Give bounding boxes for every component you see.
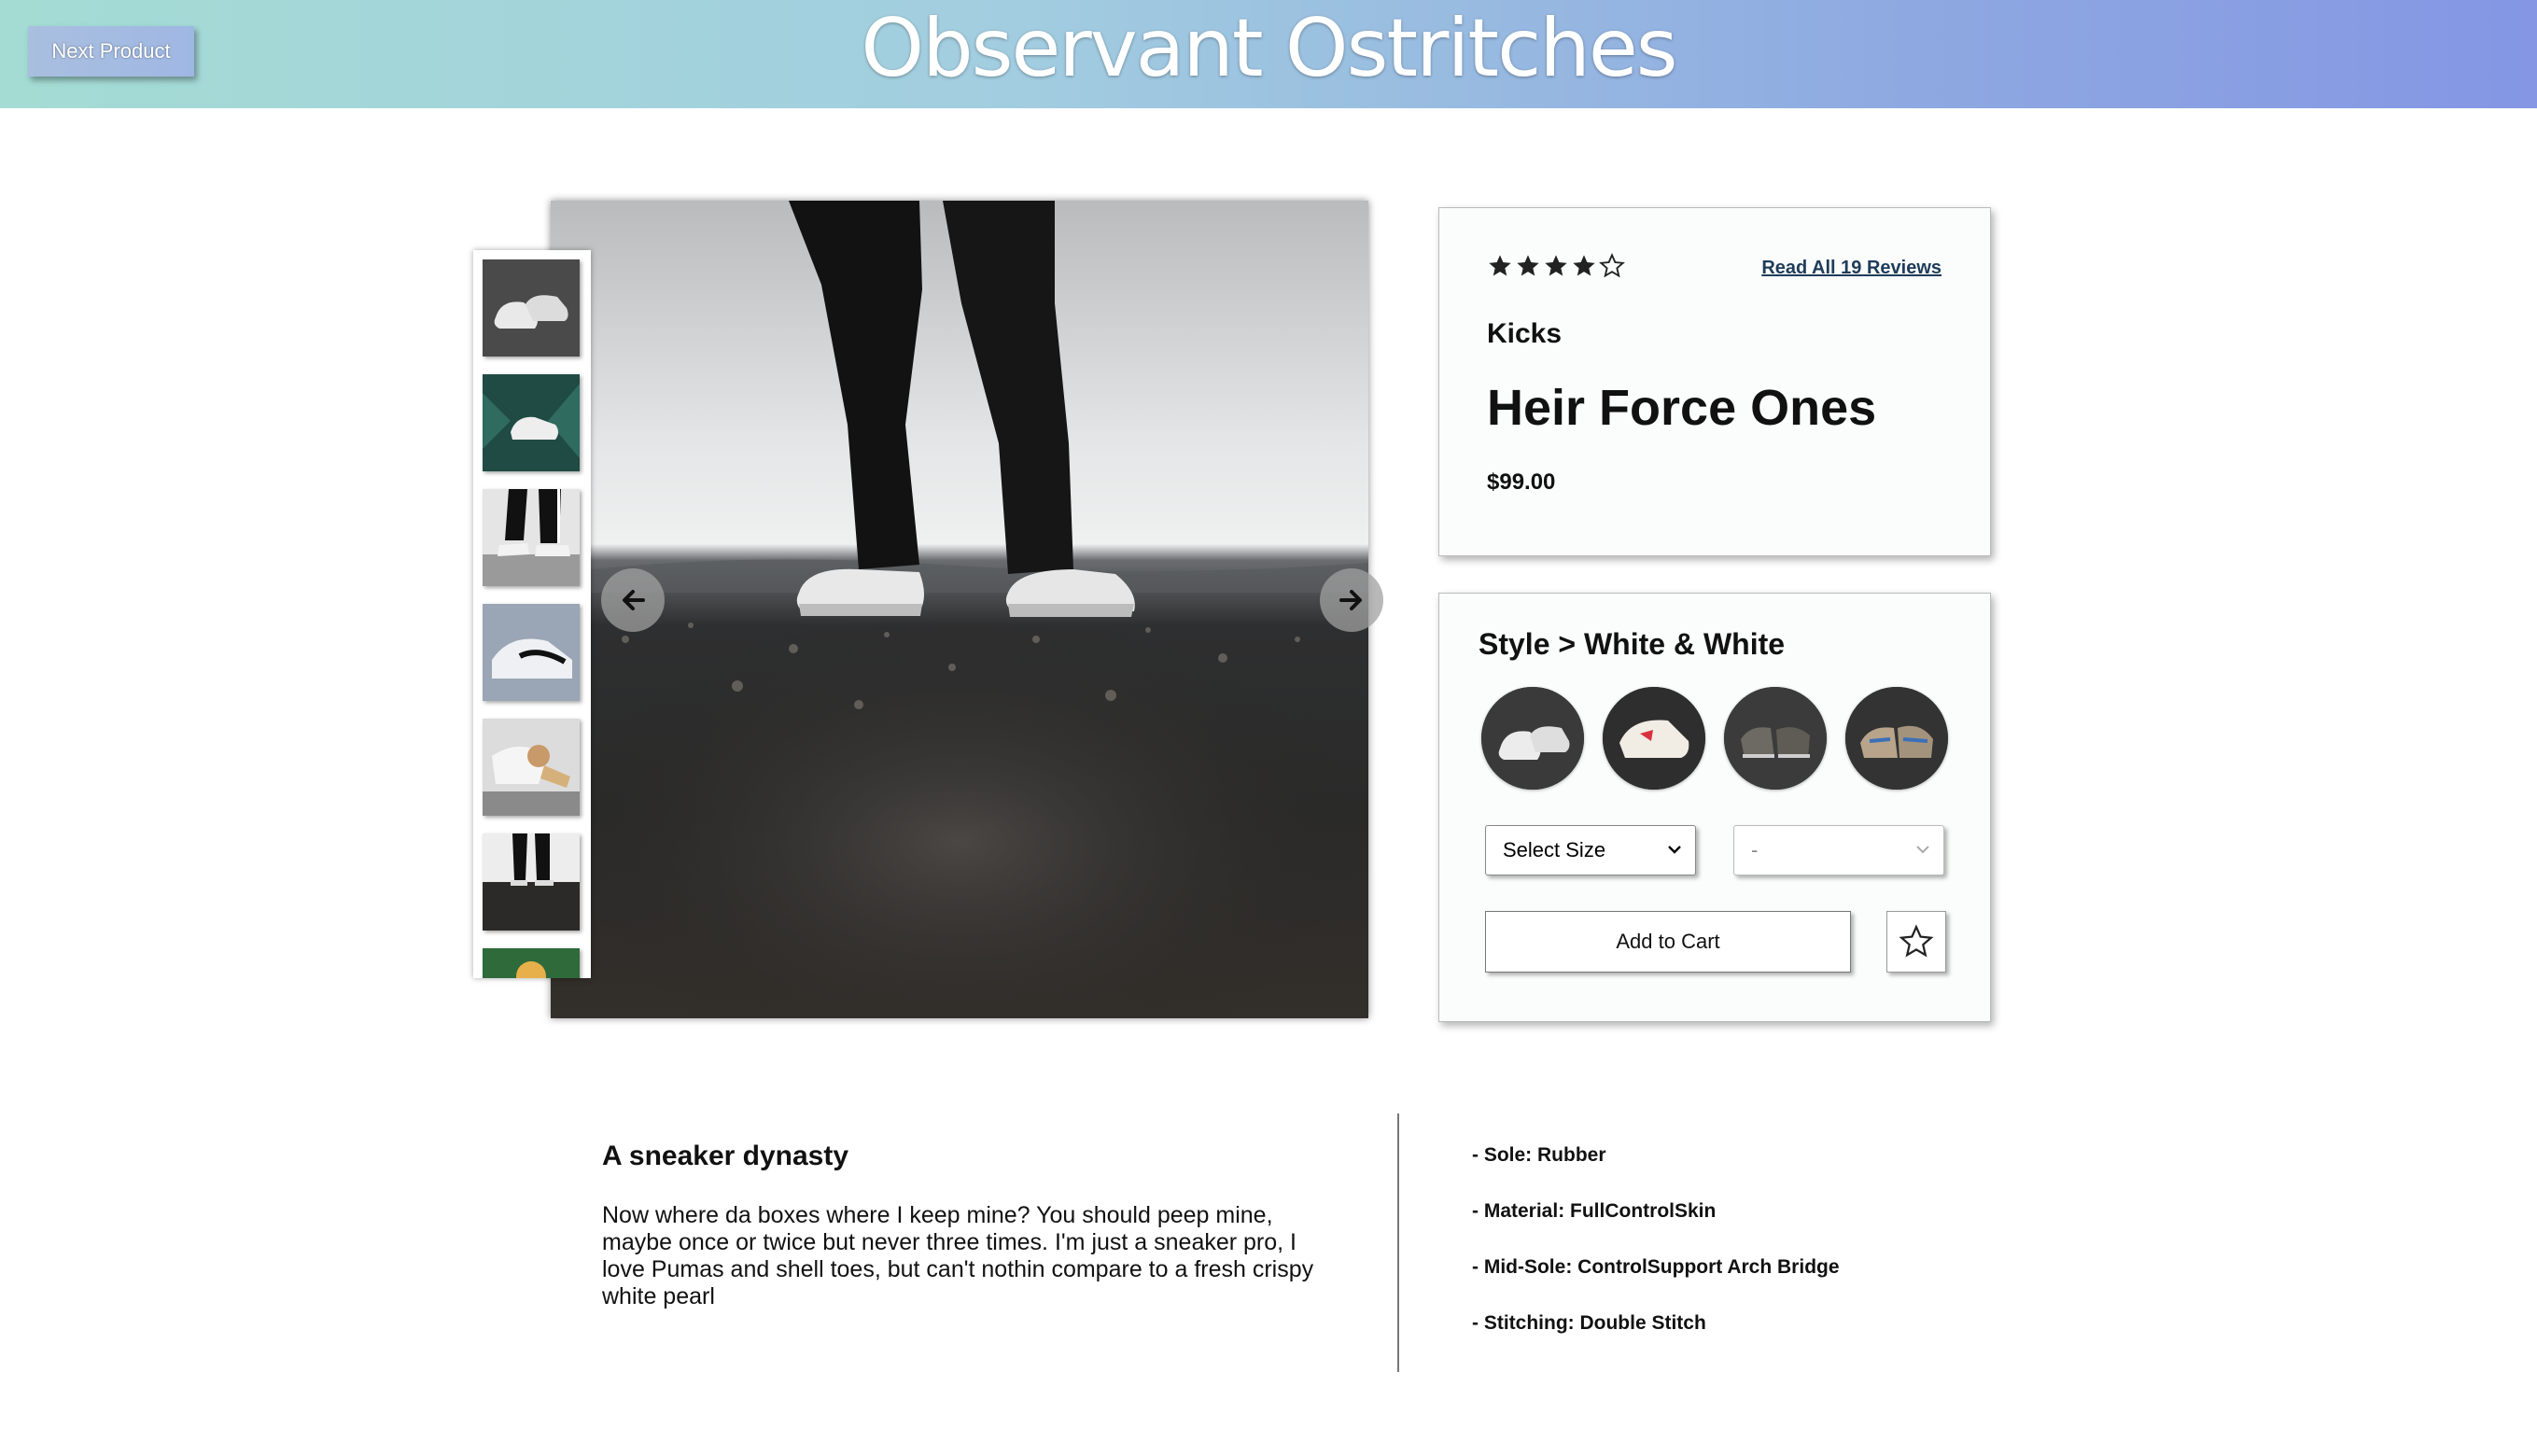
feature-item: - Material: FullControlSkin [1472, 1200, 1717, 1222]
arrow-left-icon [623, 590, 645, 610]
next-image-button[interactable] [1320, 568, 1383, 632]
style-selector-card: Style > White & White Select Size - Add … [1438, 593, 1991, 1022]
feature-item: - Mid-Sole: ControlSupport Arch Bridge [1472, 1256, 1840, 1278]
feature-list: - Sole: Rubber - Material: FullControlSk… [1472, 1144, 1840, 1368]
thumbnail-7[interactable] [483, 948, 580, 978]
feature-item: - Stitching: Double Stitch [1472, 1312, 1706, 1334]
size-select-value: Select Size [1503, 838, 1606, 861]
description-title: A sneaker dynasty [602, 1141, 849, 1171]
product-info-card: Read All 19 Reviews Kicks Heir Force One… [1438, 207, 1991, 556]
read-reviews-link[interactable]: Read All 19 Reviews [1761, 258, 1941, 279]
product-price: $99.00 [1487, 469, 1556, 495]
style-swatch-1[interactable] [1481, 687, 1584, 790]
star-rating [1487, 253, 1625, 279]
section-divider [1397, 1113, 1399, 1372]
feature-item: - Sole: Rubber [1472, 1144, 1606, 1166]
quantity-select-value: - [1751, 838, 1759, 861]
arrow-right-icon [1339, 590, 1362, 610]
main-product-image[interactable] [551, 201, 1368, 1018]
thumbnail-1[interactable] [483, 259, 580, 357]
add-to-cart-button[interactable]: Add to Cart [1485, 911, 1851, 973]
previous-image-button[interactable] [601, 568, 665, 632]
star-filled-icon [1489, 255, 1511, 276]
style-title: Style > White & White [1479, 627, 1786, 661]
description-text: Now where da boxes where I keep mine? Yo… [602, 1202, 1314, 1309]
thumbnail-3[interactable] [483, 489, 580, 586]
site-title: Observant Ostritches [861, 2, 1677, 95]
thumbnail-strip[interactable] [473, 250, 591, 978]
star-filled-icon [1545, 255, 1567, 276]
favorite-button[interactable] [1886, 911, 1946, 973]
thumbnail-6[interactable] [483, 833, 580, 931]
star-filled-icon [1517, 255, 1539, 276]
size-select[interactable]: Select Size [1485, 825, 1696, 875]
star-empty-icon [1599, 253, 1625, 278]
thumbnail-2[interactable] [483, 374, 580, 471]
product-category: Kicks [1487, 318, 1563, 349]
thumbnail-5[interactable] [483, 719, 580, 816]
style-swatch-4[interactable] [1845, 687, 1948, 790]
star-filled-icon [1573, 255, 1595, 276]
star-outline-icon [1899, 924, 1934, 958]
style-swatch-3[interactable] [1724, 687, 1827, 790]
chevron-down-icon [1668, 846, 1681, 854]
quantity-select[interactable]: - [1733, 825, 1944, 875]
product-name: Heir Force Ones [1487, 380, 1877, 436]
style-swatch-2[interactable] [1603, 687, 1705, 790]
chevron-down-icon [1916, 846, 1929, 854]
site-header: Next Product Observant Ostritches [0, 0, 2537, 108]
thumbnail-4[interactable] [483, 604, 580, 701]
